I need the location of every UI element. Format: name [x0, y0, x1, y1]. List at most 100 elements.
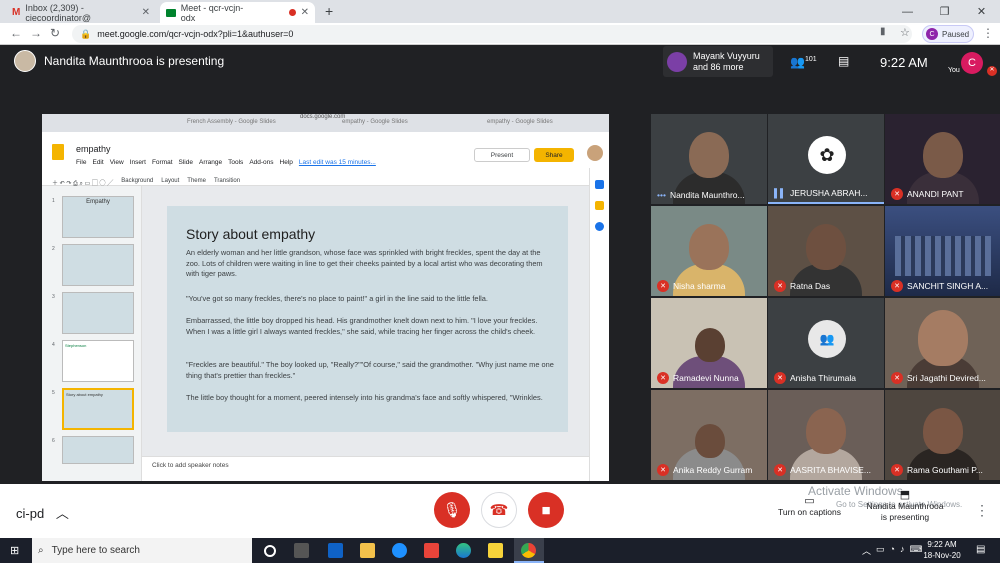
participant-name-label: ✕ Nisha sharma	[657, 280, 725, 292]
speaker-notes[interactable]: Click to add speaker notes	[142, 456, 589, 481]
camera-icon[interactable]: ▮	[880, 26, 886, 37]
taskbar-clock[interactable]: 9:22 AM 18-Nov-20	[922, 539, 962, 561]
leave-call-button[interactable]: ☎	[481, 492, 517, 528]
participant-tile[interactable]: ✕ SANCHIT SINGH A...	[885, 206, 1000, 296]
shared-tab: empathy - Google Slides	[342, 119, 408, 125]
menu-slide[interactable]: Slide	[179, 159, 193, 166]
close-icon[interactable]: ✕	[301, 7, 309, 18]
slide-thumbnail[interactable]: Empathy	[62, 196, 134, 238]
participant-tile[interactable]: ✕ Nisha sharma	[651, 206, 767, 296]
gmail-icon: M	[12, 7, 21, 18]
edge-legacy-icon[interactable]	[392, 543, 407, 558]
self-avatar[interactable]: C	[961, 52, 983, 74]
slide-thumbnail[interactable]	[62, 436, 134, 464]
participant-tile[interactable]: ✕ Sri Jagathi Devired...	[885, 298, 1000, 388]
participant-tile[interactable]: ✕ Anika Reddy Gurram	[651, 390, 767, 480]
cortana-icon[interactable]	[264, 545, 276, 557]
url-text: meet.google.com/qcr-vcjn-odx?pli=1&authu…	[97, 29, 294, 39]
menu-file[interactable]: File	[76, 159, 86, 166]
notes-placeholder: Click to add speaker notes	[152, 462, 229, 469]
menu-help[interactable]: Help	[280, 159, 293, 166]
chrome-taskbar-button[interactable]	[514, 538, 544, 563]
profile-button[interactable]: C Paused	[922, 25, 974, 43]
edge-icon[interactable]	[456, 543, 471, 558]
current-slide[interactable]: Story about empathy An elderly woman and…	[167, 206, 568, 432]
mic-off-icon: ✕	[891, 372, 903, 384]
sticky-notes-icon[interactable]	[488, 543, 503, 558]
presenter-banner: Nandita Maunthrooa is presenting	[14, 50, 224, 72]
doc-title[interactable]: empathy	[76, 144, 111, 154]
shared-window-tabs: French Assembly - Google Slides empathy …	[42, 114, 609, 132]
shared-host: docs.google.com	[300, 114, 346, 120]
minimize-icon[interactable]: —	[889, 0, 926, 23]
participant-tile[interactable]: ✿ ▌▌ JERUSHA ABRAH...	[768, 114, 884, 204]
present-screen-icon: ⬒	[899, 489, 911, 501]
participant-tile[interactable]: ✕ Ramadevi Nunna	[651, 298, 767, 388]
mic-toggle-button[interactable]: 🎙	[434, 492, 470, 528]
url-field[interactable]: 🔒 meet.google.com/qcr-vcjn-odx?pli=1&aut…	[72, 25, 912, 43]
menu-edit[interactable]: Edit	[92, 159, 103, 166]
participant-tile[interactable]: ••• Nandita Maunthro...	[651, 114, 767, 204]
participant-tile[interactable]: ✕ ANANDI PANT	[885, 114, 1000, 204]
camera-toggle-button[interactable]: ■	[528, 492, 564, 528]
system-tray[interactable]: ︿ ▭ ◔ ♪ ⌨	[862, 544, 922, 557]
participant-face	[923, 408, 963, 454]
menu-arrange[interactable]: Arrange	[199, 159, 222, 166]
people-icon: 👥	[790, 55, 805, 69]
participants-preview[interactable]: Mayank Vuyyuru and 86 more	[663, 46, 773, 77]
notifications-icon[interactable]: ▤	[976, 544, 985, 555]
participant-tile[interactable]: ✕ Rama Gouthami P...	[885, 390, 1000, 480]
task-view-icon[interactable]	[294, 543, 309, 558]
close-icon[interactable]: ✕	[142, 7, 150, 18]
side-panel	[589, 168, 609, 481]
participant-name: Anisha Thirumala	[790, 373, 856, 383]
app-icon[interactable]	[424, 543, 439, 558]
menu-addons[interactable]: Add-ons	[249, 159, 273, 166]
calendar-icon[interactable]	[595, 180, 604, 189]
star-icon[interactable]: ☆	[900, 26, 910, 39]
back-icon[interactable]: ←	[10, 26, 22, 40]
presenting-button[interactable]: ⬒ Nandita Maunthrooa is presenting	[865, 490, 945, 523]
participant-tile[interactable]: ✕ Ratna Das	[768, 206, 884, 296]
participant-name: Ratna Das	[790, 281, 831, 291]
participant-tile[interactable]: ✕ AASRITA BHAVISE...	[768, 390, 884, 480]
keep-icon[interactable]	[595, 201, 604, 210]
more-options-icon[interactable]: ⋮	[975, 502, 989, 519]
menu-icon[interactable]: ⋮	[982, 26, 994, 40]
slides-icon	[52, 144, 64, 160]
mic-off-icon: ✕	[774, 464, 786, 476]
slide-thumbnail-selected[interactable]: Story about empathy	[62, 388, 134, 430]
chat-icon[interactable]: ▤	[838, 54, 849, 68]
menu-insert[interactable]: Insert	[130, 159, 146, 166]
meet-control-bar: ci-pd ︿ 🎙 ☎ ■ Activate Windows Go to Set…	[0, 484, 1000, 538]
forward-icon[interactable]: →	[30, 26, 42, 40]
tab-meet[interactable]: Meet - qcr-vcjn-odx ✕	[160, 2, 315, 23]
slide-thumbnail[interactable]	[62, 244, 134, 286]
participant-name-label: ✕ Sri Jagathi Devired...	[891, 372, 986, 384]
menu-tools[interactable]: Tools	[228, 159, 243, 166]
new-tab-button[interactable]: +	[325, 3, 333, 19]
meeting-details[interactable]: ci-pd ︿	[16, 503, 69, 522]
windows-start-icon[interactable]: ⊞	[10, 544, 19, 557]
file-explorer-icon[interactable]	[360, 543, 375, 558]
outlook-icon[interactable]	[328, 543, 343, 558]
share-button[interactable]: Share	[534, 148, 574, 162]
maximize-icon[interactable]: ❐	[926, 0, 963, 23]
tab-gmail[interactable]: M Inbox (2,309) - ciecoordinator@ ✕	[6, 2, 156, 23]
taskbar-search[interactable]: ⌕ Type here to search	[32, 538, 252, 563]
people-button[interactable]: 👥101	[790, 55, 817, 69]
reload-icon[interactable]: ↻	[50, 26, 60, 40]
menu-view[interactable]: View	[110, 159, 124, 166]
captions-button[interactable]: ▭ Turn on captions	[772, 494, 847, 517]
meet-icon	[166, 8, 176, 17]
present-button[interactable]: Present	[474, 148, 530, 162]
close-window-icon[interactable]: ✕	[963, 0, 1000, 23]
participant-tile[interactable]: 👥 ✕ Anisha Thirumala	[768, 298, 884, 388]
slide-paragraph: "Freckles are beautiful." The boy looked…	[186, 360, 554, 380]
account-avatar[interactable]	[587, 145, 603, 161]
menu-format[interactable]: Format	[152, 159, 173, 166]
tasks-icon[interactable]	[595, 222, 604, 231]
slide-thumbnail[interactable]: Stephenson	[62, 340, 134, 382]
slide-thumbnail[interactable]	[62, 292, 134, 334]
last-edit-link[interactable]: Last edit was 15 minutes...	[299, 159, 376, 166]
